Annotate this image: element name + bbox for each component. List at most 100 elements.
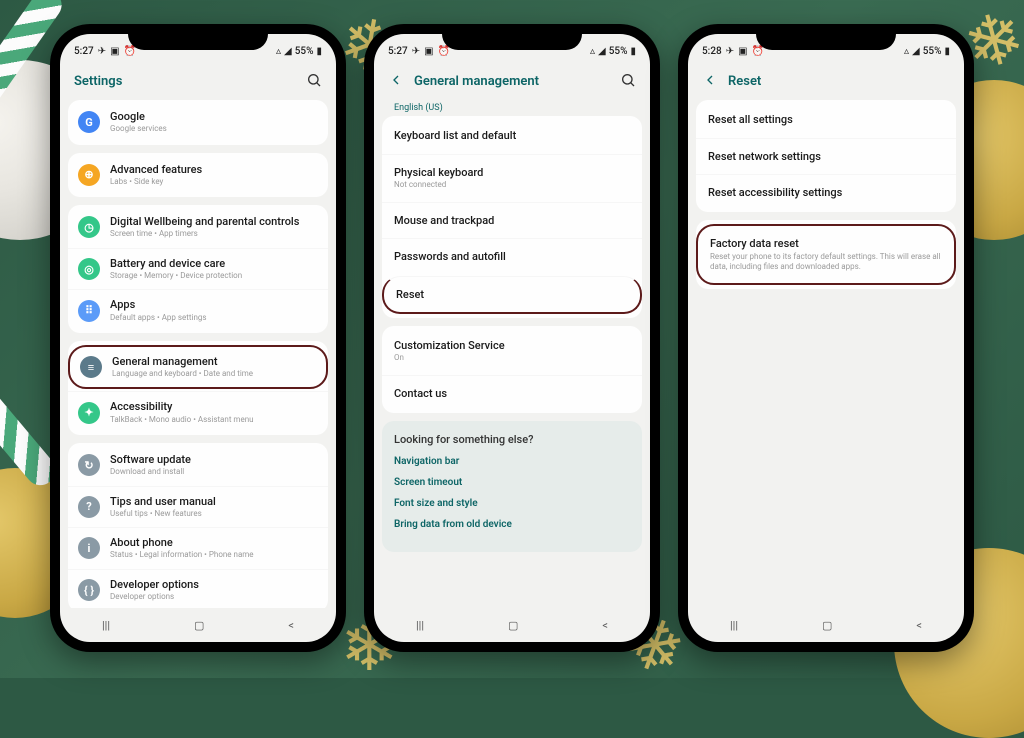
language-link[interactable]: English (US) [382,100,642,116]
row-title: General management [112,355,316,368]
google-icon: G [78,111,100,133]
row-title: Mouse and trackpad [394,214,630,227]
android-navbar: ||| ▢ < [688,608,964,642]
setting-row-apps[interactable]: ⠿AppsDefault apps • App settings [68,289,328,331]
row-title: Reset all settings [708,113,944,126]
settings-group: ≡ General managementLanguage and keyboard… [68,341,328,435]
screen-settings: 5:27 ✈ ▣ ⏰ ▵ ◢ 55% ▮ Settings GGoogleGoo… [60,34,336,642]
setting-row-battery-and-device-care[interactable]: ◎Battery and device careStorage • Memory… [68,248,328,290]
titlebar: General management [374,62,650,100]
setting-row-passwords-and-autofill[interactable]: Passwords and autofill [382,238,642,274]
nav-back[interactable]: < [582,613,628,638]
notification-icon: ▣ [424,46,433,57]
titlebar: Reset [688,62,964,100]
row-title: About phone [110,536,318,549]
search-icon[interactable] [620,72,636,91]
nav-home[interactable]: ▢ [174,613,224,638]
setting-row-digital-wellbeing-and-parental-controls[interactable]: ◷Digital Wellbeing and parental controls… [68,207,328,248]
tips-and-user-manual-icon: ? [78,496,100,518]
setting-row-accessibility[interactable]: ✦AccessibilityTalkBack • Mono audio • As… [68,391,328,433]
phone-notch [128,24,268,50]
nav-recents[interactable]: ||| [82,613,130,638]
search-icon[interactable] [306,72,322,91]
wifi-icon: ▵ [276,46,281,57]
row-subtitle: Google services [110,124,318,134]
setting-row-reset-network-settings[interactable]: Reset network settings [696,138,956,174]
advanced-features-icon: ⊕ [78,164,100,186]
screen-reset: 5:28 ✈ ▣ ⏰ ▵ ◢ 55% ▮ Reset Reset all set… [688,34,964,642]
battery-text: 55% [923,46,942,57]
titlebar: Settings [60,62,336,100]
setting-row-keyboard-list-and-default[interactable]: Keyboard list and default [382,118,642,154]
extras-link-screen-timeout[interactable]: Screen timeout [394,477,630,488]
setting-row-customization-service[interactable]: Customization ServiceOn [382,328,642,375]
settings-group: ⊕Advanced featuresLabs • Side key [68,153,328,198]
software-update-icon: ↻ [78,454,100,476]
battery-icon: ▮ [630,46,636,57]
settings-group: ◷Digital Wellbeing and parental controls… [68,205,328,333]
extras-link-bring-data-from-old-device[interactable]: Bring data from old device [394,519,630,530]
battery-text: 55% [609,46,628,57]
setting-row-about-phone[interactable]: iAbout phoneStatus • Legal information •… [68,527,328,569]
phone-frame-1: 5:27 ✈ ▣ ⏰ ▵ ◢ 55% ▮ Settings GGoogleGoo… [50,24,346,652]
row-subtitle: Labs • Side key [110,177,318,187]
signal-icon: ◢ [598,46,606,57]
setting-row-mouse-and-trackpad[interactable]: Mouse and trackpad [382,202,642,238]
settings-group: Customization ServiceOnContact us [382,326,642,413]
android-navbar: ||| ▢ < [374,608,650,642]
row-title: Software update [110,453,318,466]
row-title: Accessibility [110,400,318,413]
setting-row-general-management[interactable]: ≡ General managementLanguage and keyboard… [68,345,328,390]
setting-row-reset[interactable]: Reset [382,276,642,314]
setting-row-contact-us[interactable]: Contact us [382,375,642,411]
developer-options-icon: { } [78,579,100,601]
extras-title: Looking for something else? [394,433,630,446]
android-navbar: ||| ▢ < [60,608,336,642]
general-management-icon: ≡ [80,356,102,378]
extras-link-navigation-bar[interactable]: Navigation bar [394,456,630,467]
back-button[interactable] [702,72,718,91]
status-time: 5:28 [702,46,722,57]
page-title: Settings [74,74,296,89]
row-title: Physical keyboard [394,166,630,179]
battery-icon: ▮ [316,46,322,57]
setting-row-tips-and-user-manual[interactable]: ? Tips and user manualUseful tips • New f… [68,486,328,528]
row-subtitle: Screen time • App timers [110,229,318,239]
phone-frame-3: 5:28 ✈ ▣ ⏰ ▵ ◢ 55% ▮ Reset Reset all set… [678,24,974,652]
nav-recents[interactable]: ||| [396,613,444,638]
back-button[interactable] [388,72,404,91]
row-title: Digital Wellbeing and parental controls [110,215,318,228]
row-title: Passwords and autofill [394,250,630,263]
telegram-icon: ✈ [726,46,734,57]
setting-row-reset-accessibility-settings[interactable]: Reset accessibility settings [696,174,956,210]
row-subtitle: Download and install [110,467,318,477]
row-subtitle: TalkBack • Mono audio • Assistant menu [110,415,318,425]
row-subtitle: Useful tips • New features [110,509,318,519]
setting-row-advanced-features[interactable]: ⊕Advanced featuresLabs • Side key [68,155,328,196]
extras-link-font-size-and-style[interactable]: Font size and style [394,498,630,509]
row-title: Apps [110,298,318,311]
nav-home[interactable]: ▢ [802,613,852,638]
row-subtitle: On [394,353,630,363]
notification-icon: ▣ [110,46,119,57]
wifi-icon: ▵ [904,46,909,57]
row-title: Keyboard list and default [394,129,630,142]
apps-icon: ⠿ [78,300,100,322]
setting-row-reset-all-settings[interactable]: Reset all settings [696,102,956,138]
settings-group: ↻ Software updateDownload and install? Tip… [68,443,328,608]
setting-row-software-update[interactable]: ↻ Software updateDownload and install [68,445,328,486]
setting-row-factory-data-reset[interactable]: Factory data resetReset your phone to it… [696,224,956,285]
nav-recents[interactable]: ||| [710,613,758,638]
nav-back[interactable]: < [896,613,942,638]
settings-group: Reset all settings Reset network settings… [696,100,956,212]
setting-row-physical-keyboard[interactable]: Physical keyboardNot connected [382,154,642,202]
setting-row-developer-options[interactable]: { }Developer optionsDeveloper options [68,569,328,608]
settings-group: GGoogleGoogle services [68,100,328,145]
screen-general-management: 5:27 ✈ ▣ ⏰ ▵ ◢ 55% ▮ General management … [374,34,650,642]
row-title: Tips and user manual [110,495,318,508]
setting-row-google[interactable]: GGoogleGoogle services [68,102,328,143]
nav-home[interactable]: ▢ [488,613,538,638]
row-subtitle: Language and keyboard • Date and time [112,369,316,379]
nav-back[interactable]: < [268,613,314,638]
row-subtitle: Developer options [110,592,318,602]
